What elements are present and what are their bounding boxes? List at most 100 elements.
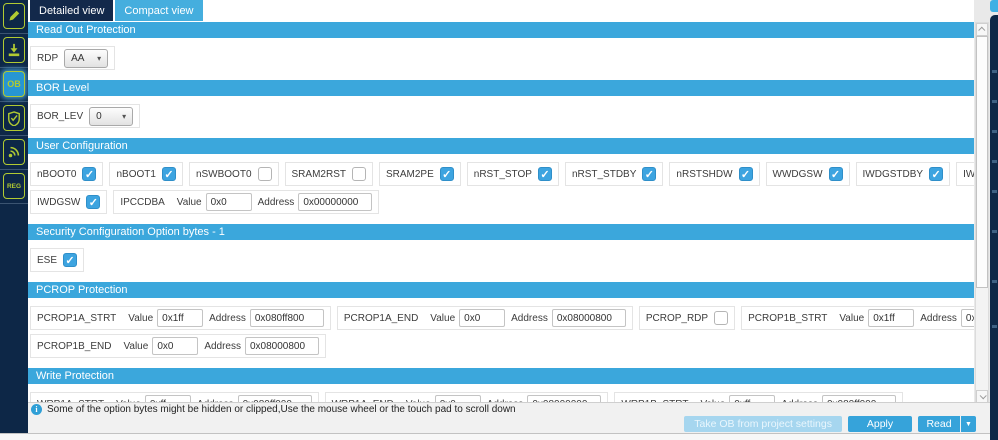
tab-detailed-view[interactable]: Detailed view <box>30 0 113 21</box>
tab-compact-view[interactable]: Compact view <box>115 0 202 21</box>
option-bytes-icon[interactable]: OB <box>3 71 25 97</box>
option-bytes-item: OB <box>0 68 28 102</box>
checkbox-nRSTSHDW[interactable]: ✓ <box>739 167 753 181</box>
control-nRST_STOP: nRST_STOP ✓ <box>467 162 559 186</box>
control-label: nBOOT1 <box>116 169 155 180</box>
option-bytes-panel: Read Out Protection RDP AA▾ BOR Level BOR_LE… <box>28 21 974 402</box>
control-label: nRST_STOP <box>474 169 532 180</box>
WRP1A_END-address-input[interactable] <box>527 395 601 402</box>
PCROP1A_END-address-input[interactable] <box>552 309 626 327</box>
IPCCDBA-value-input[interactable] <box>206 193 252 211</box>
control-label: SRAM2PE <box>386 169 434 180</box>
value-label: Value <box>177 197 202 208</box>
control-BOR_LEV: BOR_LEV0▾ <box>30 104 140 128</box>
PCROP1B_END-value-input[interactable] <box>152 337 198 355</box>
control-PCROP1B_STRT: PCROP1B_STRTValueAddress <box>741 306 974 330</box>
checkbox-PCROP_RDP[interactable] <box>714 311 728 325</box>
control-nBOOT0: nBOOT0 ✓ <box>30 162 103 186</box>
wireless-icon[interactable] <box>3 139 25 165</box>
dropdown-value: 0 <box>96 111 102 122</box>
left-toolbar: OB REG <box>0 0 28 433</box>
control-WWDGSW: WWDGSW ✓ <box>766 162 850 186</box>
adjacent-panel-tab <box>990 0 998 12</box>
clipped-text-fragment <box>992 230 997 233</box>
status-message: Some of the option bytes might be hidden… <box>47 404 516 415</box>
PCROP1B_STRT-address-input[interactable] <box>961 309 974 327</box>
checkbox-nBOOT0[interactable]: ✓ <box>82 167 96 181</box>
PCROP1A_STRT-value-input[interactable] <box>157 309 203 327</box>
checkbox-IWDGSW[interactable]: ✓ <box>86 195 100 209</box>
erasing-programming-icon[interactable] <box>3 3 25 29</box>
checkbox-WWDGSW[interactable]: ✓ <box>829 167 843 181</box>
WRP1B_STRT-value-input[interactable] <box>729 395 775 402</box>
clipped-text-fragment <box>992 325 997 328</box>
checkbox-SRAM2PE[interactable]: ✓ <box>440 167 454 181</box>
security-icon[interactable] <box>3 105 25 131</box>
control-PCROP_RDP: PCROP_RDP <box>639 306 735 330</box>
control-WRP1A_STRT: WRP1A_STRTValueAddress <box>30 392 319 402</box>
control-row: BOR_LEV0▾ <box>30 104 974 128</box>
dropdown-RDP[interactable]: AA▾ <box>64 49 108 68</box>
dropdown-BOR_LEV[interactable]: 0▾ <box>89 107 133 126</box>
clipped-text-fragment <box>992 70 997 73</box>
PCROP1A_STRT-address-input[interactable] <box>250 309 324 327</box>
control-label: nBOOT0 <box>37 169 76 180</box>
IPCCDBA-address-input[interactable] <box>298 193 372 211</box>
registers-icon[interactable]: REG <box>3 173 25 199</box>
checkbox-nSWBOOT0[interactable] <box>258 167 272 181</box>
scroll-up-button[interactable] <box>976 23 988 36</box>
address-label: Address <box>511 313 548 324</box>
read-button[interactable]: Read <box>918 416 960 432</box>
WRP1A_END-value-input[interactable] <box>435 395 481 402</box>
option-bytes-label: OB <box>7 79 21 89</box>
PCROP1A_END-value-input[interactable] <box>459 309 505 327</box>
download-icon[interactable] <box>3 37 25 63</box>
control-row: ESE✓ <box>30 248 974 272</box>
WRP1A_STRT-value-input[interactable] <box>145 395 191 402</box>
control-row: nBOOT0✓nBOOT1✓nSWBOOT0SRAM2RSTSRAM2PE✓nR… <box>30 162 974 186</box>
control-label: PCROP1A_STRT <box>37 313 116 324</box>
take-ob-from-project-button[interactable]: Take OB from project settings <box>684 416 842 432</box>
control-label: nSWBOOT0 <box>196 169 252 180</box>
control-label: RDP <box>37 53 58 64</box>
value-label: Value <box>839 313 864 324</box>
value-label: Value <box>430 313 455 324</box>
vertical-scrollbar[interactable] <box>975 22 989 404</box>
checkbox-ESE[interactable]: ✓ <box>63 253 77 267</box>
chevron-up-icon <box>978 27 985 34</box>
WRP1B_STRT-address-input[interactable] <box>822 395 896 402</box>
WRP1A_STRT-address-input[interactable] <box>238 395 312 402</box>
control-label: PCROP1A_END <box>344 313 418 324</box>
apply-button[interactable]: Apply <box>848 416 912 432</box>
checkbox-nRST_STDBY[interactable]: ✓ <box>642 167 656 181</box>
read-dropdown-button[interactable]: ▼ <box>961 416 976 432</box>
chevron-down-icon: ▾ <box>97 54 101 63</box>
address-label: Address <box>209 313 246 324</box>
download-item <box>0 34 28 68</box>
control-nBOOT1: nBOOT1 ✓ <box>109 162 182 186</box>
checkbox-SRAM2RST[interactable] <box>352 167 366 181</box>
address-label: Address <box>258 197 295 208</box>
value-label: Value <box>128 313 153 324</box>
PCROP1B_STRT-value-input[interactable] <box>868 309 914 327</box>
control-ESE: ESE✓ <box>30 248 84 272</box>
control-label: PCROP1B_END <box>37 341 111 352</box>
checkbox-nBOOT1[interactable]: ✓ <box>162 167 176 181</box>
clipped-text-fragment <box>992 280 997 283</box>
control-label: PCROP1B_STRT <box>748 313 827 324</box>
section-header: BOR Level <box>28 80 974 96</box>
section-header: PCROP Protection <box>28 282 974 298</box>
control-PCROP1A_STRT: PCROP1A_STRT Value Address <box>30 306 331 330</box>
control-label: BOR_LEV <box>37 111 83 122</box>
checkbox-nRST_STOP[interactable]: ✓ <box>538 167 552 181</box>
chevron-down-icon: ▾ <box>122 112 126 121</box>
PCROP1B_END-address-input[interactable] <box>245 337 319 355</box>
section-header: Security Configuration Option bytes - 1 <box>28 224 974 240</box>
control-label: WWDGSW <box>773 169 823 180</box>
control-PCROP1B_END: PCROP1B_ENDValueAddress <box>30 334 326 358</box>
checkbox-IWDGSTDBY[interactable]: ✓ <box>929 167 943 181</box>
scrollbar-thumb[interactable] <box>976 36 988 288</box>
view-tabbar: Detailed view Compact view <box>28 0 974 21</box>
section-header: Read Out Protection <box>28 22 974 38</box>
control-WRP1A_END: WRP1A_ENDValueAddress <box>325 392 609 402</box>
